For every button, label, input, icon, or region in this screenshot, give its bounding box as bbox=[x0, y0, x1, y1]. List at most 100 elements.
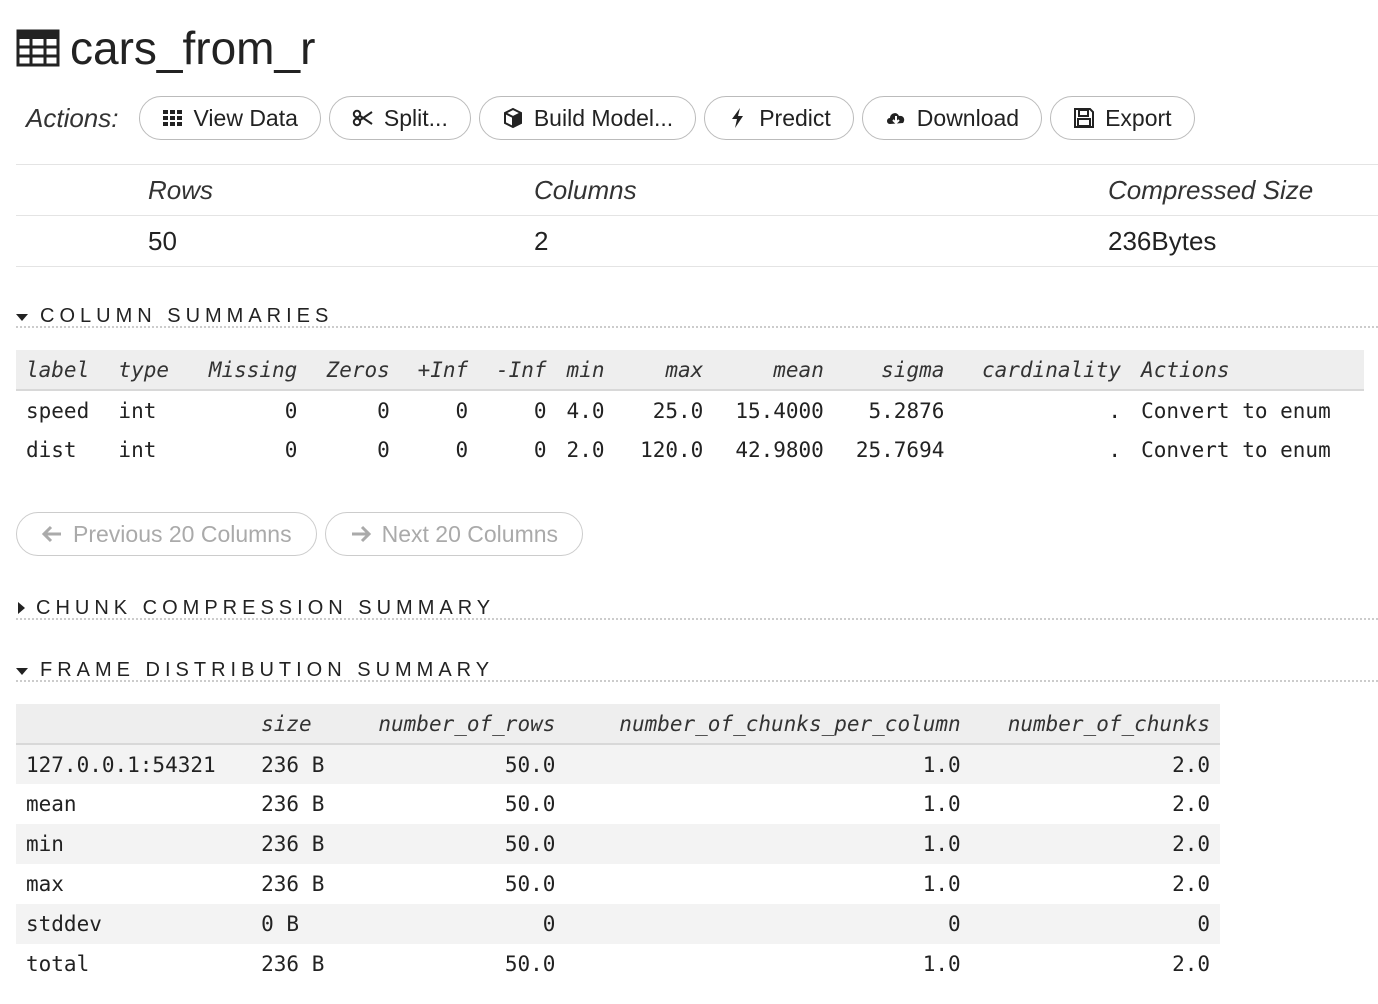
actions-label: Actions: bbox=[26, 102, 119, 133]
chunks-per-column-cell: 1.0 bbox=[922, 872, 961, 896]
col-header: Actions bbox=[1141, 357, 1230, 382]
table-row: max 236 B 50.0 1.0 2.0 bbox=[16, 864, 1220, 904]
max-cell: 25.0 bbox=[652, 398, 704, 423]
chunks-per-column-cell: 1.0 bbox=[922, 832, 961, 856]
columns-value: 2 bbox=[534, 225, 549, 256]
build-model-label: Build Model... bbox=[533, 104, 674, 131]
min-cell: 4.0 bbox=[566, 398, 605, 423]
arrow-left-icon bbox=[41, 525, 61, 543]
rows-cell: 50.0 bbox=[504, 872, 556, 896]
convert-to-enum-link[interactable]: Convert to enum bbox=[1131, 390, 1364, 430]
col-header: +Inf bbox=[417, 357, 469, 382]
previous-columns-button[interactable]: Previous 20 Columns bbox=[16, 512, 317, 556]
table-row: total 236 B 50.0 1.0 2.0 bbox=[16, 944, 1220, 984]
pinf-cell: 0 bbox=[455, 398, 469, 423]
col-header: Zeros bbox=[326, 357, 390, 382]
cardinality-cell: . bbox=[1108, 398, 1122, 423]
missing-cell: 0 bbox=[284, 438, 298, 462]
grid-icon bbox=[162, 107, 184, 129]
col-header: number_of_chunks bbox=[1007, 711, 1210, 736]
column-label-link[interactable]: speed bbox=[16, 390, 108, 430]
caret-down-icon bbox=[16, 314, 28, 321]
frame-distribution-title: FRAME DISTRIBUTION SUMMARY bbox=[40, 659, 495, 681]
cube-icon bbox=[502, 107, 524, 129]
rows-value: 50 bbox=[148, 225, 177, 256]
chunks-cell: 0 bbox=[1197, 912, 1210, 936]
page-title: cars_from_r bbox=[16, 18, 315, 78]
chunks-cell: 2.0 bbox=[1172, 952, 1210, 976]
chunks-cell: 2.0 bbox=[1172, 752, 1210, 777]
size-cell: 236 B bbox=[261, 752, 325, 777]
convert-to-enum-link[interactable]: Convert to enum bbox=[1131, 430, 1364, 470]
predict-button[interactable]: Predict bbox=[704, 96, 854, 140]
build-model-button[interactable]: Build Model... bbox=[478, 96, 697, 140]
size-cell: 236 B bbox=[261, 952, 325, 976]
column-label-link[interactable]: dist bbox=[16, 430, 108, 470]
col-header: max bbox=[665, 357, 704, 382]
mean-cell: 42.9800 bbox=[735, 438, 824, 462]
rows-header: Rows bbox=[148, 174, 214, 205]
sigma-cell: 25.7694 bbox=[855, 438, 945, 462]
frame-stats: Rows Columns Compressed Size 50 2 236Byt… bbox=[16, 164, 1378, 267]
col-header: cardinality bbox=[981, 357, 1122, 382]
type-cell: int bbox=[118, 398, 157, 423]
node-cell: min bbox=[26, 832, 64, 856]
zeros-cell: 0 bbox=[377, 398, 390, 423]
chunks-cell: 2.0 bbox=[1172, 832, 1210, 856]
table-row: speed int 0 0 0 0 4.0 25.0 15.4000 5.287… bbox=[16, 390, 1364, 430]
floppy-disk-icon bbox=[1073, 107, 1095, 129]
chunks-per-column-cell: 1.0 bbox=[922, 792, 961, 816]
size-cell: 236 B bbox=[261, 792, 325, 816]
chunk-compression-toggle[interactable]: CHUNK COMPRESSION SUMMARY bbox=[16, 596, 1378, 620]
node-cell: mean bbox=[26, 792, 77, 816]
arrow-right-icon bbox=[351, 525, 371, 543]
frame-distribution-toggle[interactable]: FRAME DISTRIBUTION SUMMARY bbox=[16, 658, 1378, 682]
next-columns-button[interactable]: Next 20 Columns bbox=[324, 512, 584, 556]
col-header: Missing bbox=[208, 357, 298, 382]
rows-cell: 50.0 bbox=[504, 792, 556, 816]
table-header-row: label type Missing Zeros +Inf -Inf min m… bbox=[16, 350, 1364, 390]
table-row: stddev 0 B 0 0 0 bbox=[16, 904, 1220, 944]
table-row: min 236 B 50.0 1.0 2.0 bbox=[16, 824, 1220, 864]
rows-cell: 0 bbox=[542, 912, 556, 936]
rows-cell: 50.0 bbox=[504, 752, 556, 777]
node-cell: stddev bbox=[26, 912, 102, 936]
download-label: Download bbox=[916, 104, 1020, 131]
node-cell: max bbox=[26, 872, 64, 896]
rows-cell: 50.0 bbox=[504, 832, 556, 856]
node-cell: 127.0.0.1:54321 bbox=[26, 752, 216, 777]
view-data-label: View Data bbox=[193, 104, 298, 131]
table-header-row: size number_of_rows number_of_chunks_per… bbox=[16, 704, 1220, 744]
ninf-cell: 0 bbox=[533, 398, 547, 423]
missing-cell: 0 bbox=[284, 398, 298, 423]
size-cell: 236 B bbox=[261, 832, 325, 856]
column-pager: Previous 20 Columns Next 20 Columns bbox=[16, 512, 591, 556]
col-header: sigma bbox=[881, 357, 945, 382]
chunk-compression-title: CHUNK COMPRESSION SUMMARY bbox=[36, 597, 496, 619]
size-header: Compressed Size bbox=[1108, 174, 1314, 205]
next-columns-label: Next 20 Columns bbox=[381, 520, 559, 547]
size-cell: 236 B bbox=[261, 872, 325, 896]
type-cell: int bbox=[118, 438, 157, 462]
chunks-per-column-cell: 1.0 bbox=[922, 752, 961, 777]
download-button[interactable]: Download bbox=[861, 96, 1043, 140]
node-cell: total bbox=[26, 952, 90, 976]
max-cell: 120.0 bbox=[640, 438, 704, 462]
col-header bbox=[16, 704, 251, 744]
sigma-cell: 5.2876 bbox=[868, 398, 945, 423]
column-summaries-toggle[interactable]: COLUMN SUMMARIES bbox=[16, 304, 1378, 328]
split-button[interactable]: Split... bbox=[328, 96, 471, 140]
export-button[interactable]: Export bbox=[1050, 96, 1195, 140]
chunks-cell: 2.0 bbox=[1172, 872, 1210, 896]
col-header: number_of_chunks_per_column bbox=[619, 711, 961, 736]
pinf-cell: 0 bbox=[455, 438, 469, 462]
ninf-cell: 0 bbox=[533, 438, 547, 462]
cloud-download-icon bbox=[885, 107, 907, 129]
table-row: mean 236 B 50.0 1.0 2.0 bbox=[16, 784, 1220, 824]
col-header: min bbox=[566, 357, 605, 382]
col-header: type bbox=[118, 357, 169, 382]
columns-header: Columns bbox=[534, 174, 637, 205]
view-data-button[interactable]: View Data bbox=[138, 96, 321, 140]
table-row: 127.0.0.1:54321 236 B 50.0 1.0 2.0 bbox=[16, 744, 1220, 784]
actions-toolbar: Actions: View Data Split... Build Model.… bbox=[16, 96, 1203, 140]
